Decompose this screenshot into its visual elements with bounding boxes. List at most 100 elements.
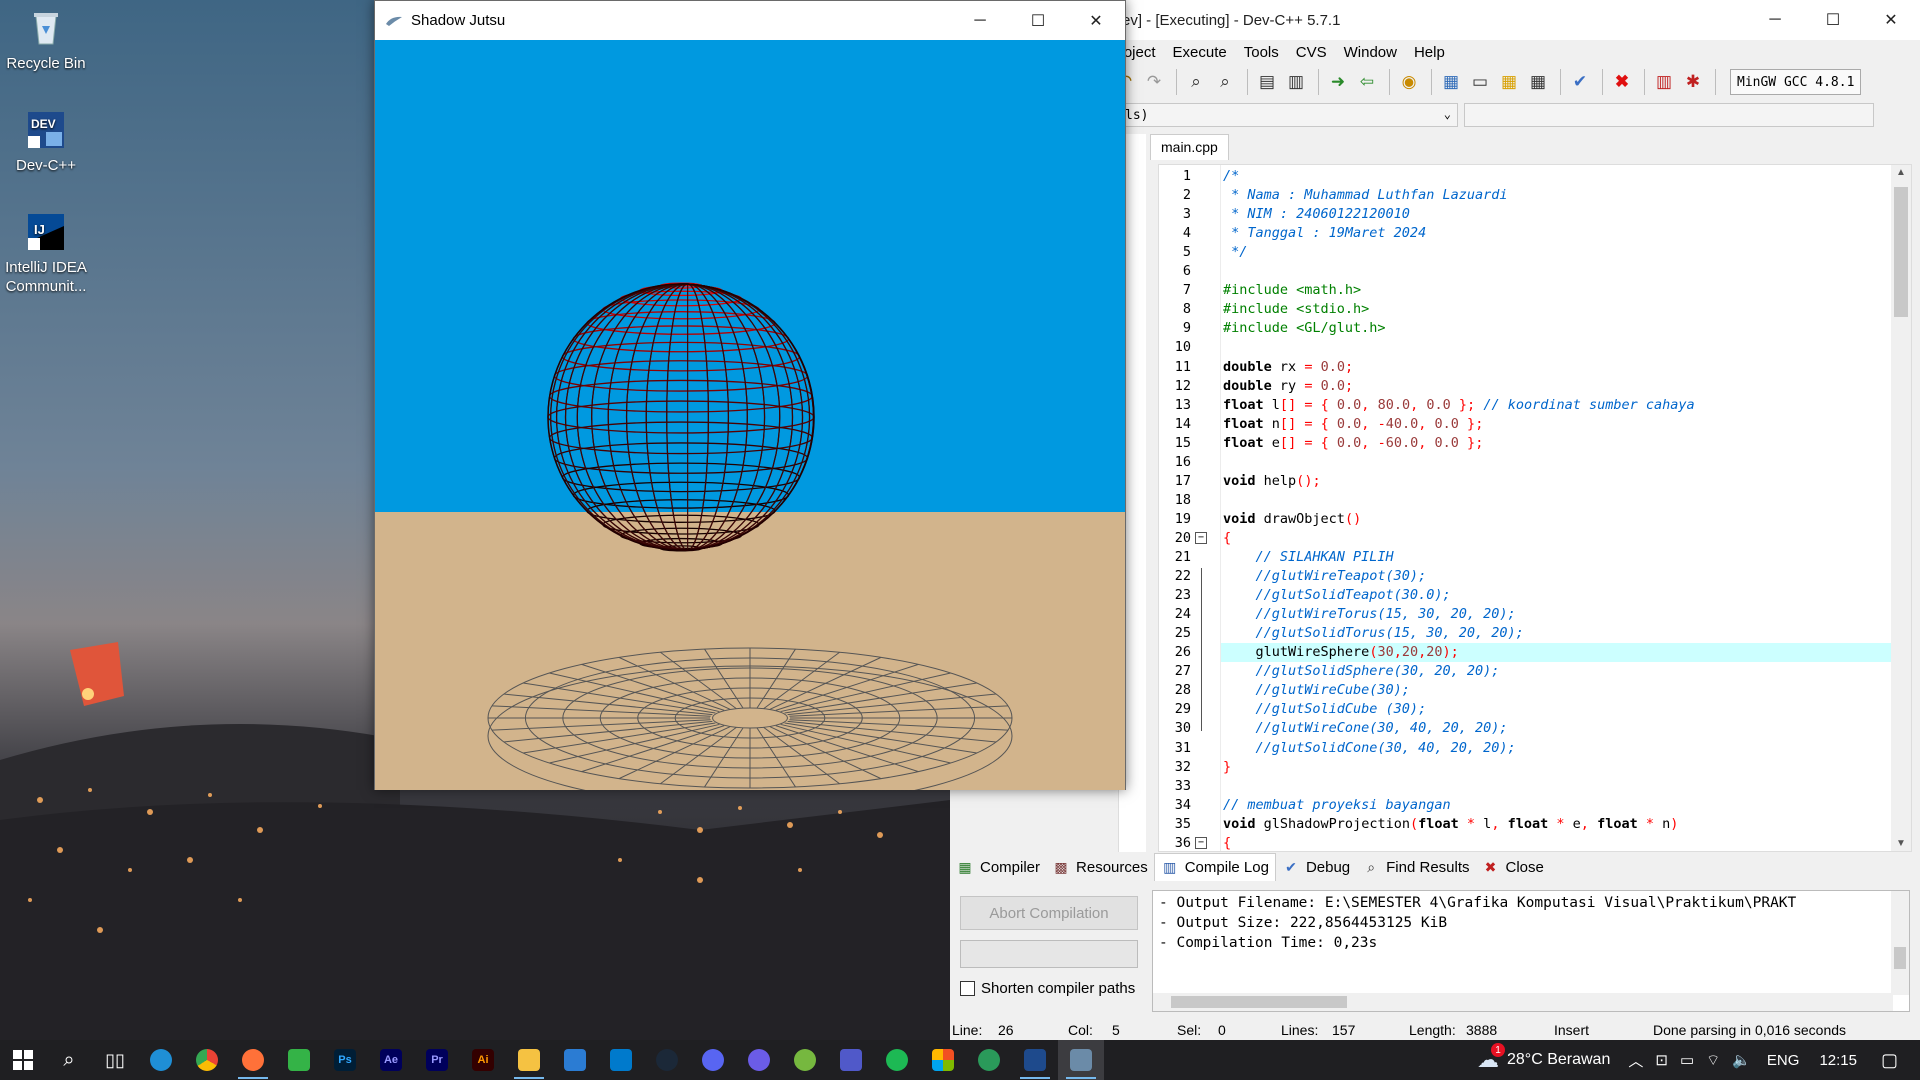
syntax-check-icon[interactable]: ✔ [1567,69,1593,95]
taskbar-office[interactable] [920,1040,966,1080]
log-horizontal-scrollbar[interactable] [1153,993,1893,1011]
log-vertical-scrollbar[interactable] [1891,891,1909,995]
compiler-select[interactable]: MinGW GCC 4.8.1 [1730,69,1862,95]
code-line[interactable]: 18 [1159,491,1899,510]
code-line[interactable]: 35 void glShadowProjection(float * l, flo… [1159,815,1899,834]
fold-collapse-icon[interactable]: − [1195,836,1207,849]
weather-widget[interactable]: ☁ 1 28°C Berawan [1477,1043,1610,1073]
code-line[interactable]: 27 //glutSolidSphere(30, 20, 20); [1159,662,1899,681]
taskbar-phone[interactable] [276,1040,322,1080]
desktop-icon-devcpp[interactable]: DEV Dev-C++ [0,110,92,175]
taskbar-media-player[interactable] [736,1040,782,1080]
code-line[interactable]: 32} [1159,758,1899,777]
notification-icon[interactable]: ▢ [1881,1050,1898,1071]
taskbar-spotify[interactable] [874,1040,920,1080]
taskbar-vscode[interactable] [598,1040,644,1080]
clock[interactable]: 12:15 [1819,1052,1857,1069]
remove-file-icon[interactable]: ⇦ [1354,69,1380,95]
scroll-up-icon[interactable]: ▲ [1896,167,1906,178]
shorten-paths-option[interactable]: Shorten compiler paths [960,980,1135,997]
language-indicator[interactable]: ENG [1767,1052,1800,1069]
code-line[interactable]: 5 */ [1159,243,1899,262]
search-button[interactable]: ⌕ [46,1040,92,1080]
unindent-icon[interactable]: ▥ [1283,69,1309,95]
taskbar-edge[interactable] [138,1040,184,1080]
chevron-up-icon[interactable]: ︿ [1628,1050,1643,1071]
tab-debug[interactable]: ✔ Debug [1276,853,1356,881]
tab-compiler[interactable]: ▦ Compiler [950,853,1046,881]
taskbar-chrome[interactable] [184,1040,230,1080]
code-line[interactable]: 15 float e[] = { 0.0, -60.0, 0.0 }; [1159,434,1899,453]
taskbar-premiere[interactable]: Pr [414,1040,460,1080]
taskbar-file-explorer[interactable] [506,1040,552,1080]
taskbar-after-effects[interactable]: Ae [368,1040,414,1080]
project-options-icon[interactable]: ◉ [1396,69,1422,95]
code-line[interactable]: 34 // membuat proyeksi bayangan [1159,796,1899,815]
volume-icon[interactable]: 🔈 [1732,1051,1751,1069]
battery-icon[interactable]: ▭ [1680,1051,1694,1069]
replace-icon[interactable]: ⌕ [1212,69,1238,95]
menu-cvs[interactable]: CVS [1296,44,1327,61]
taskbar-illustrator[interactable]: Ai [460,1040,506,1080]
indent-icon[interactable]: ▤ [1254,69,1280,95]
code-line[interactable]: 26 glutWireSphere(30,20,20); [1159,643,1899,663]
maximize-button[interactable]: ☐ [1009,1,1067,40]
code-line[interactable]: 17 void help(); [1159,472,1899,491]
code-line[interactable]: 22 //glutWireTeapot(30); [1159,567,1899,586]
member-combo[interactable] [1464,103,1874,127]
code-line[interactable]: 19 void drawObject() [1159,510,1899,529]
compile-icon[interactable]: ▦ [1438,69,1464,95]
desktop-icon-recycle-bin[interactable]: Recycle Bin [0,8,92,73]
code-line[interactable]: 20− { [1159,529,1899,548]
compile-run-icon[interactable]: ▦ [1496,69,1522,95]
taskbar-utorrent[interactable] [782,1040,828,1080]
run-icon[interactable]: ▭ [1467,69,1493,95]
code-line[interactable]: 4 * Tanggal : 19Maret 2024 [1159,224,1899,243]
redo-icon[interactable]: ↷ [1141,69,1167,95]
scroll-thumb[interactable] [1171,996,1347,1008]
code-line[interactable]: 14 float n[] = { 0.0, -40.0, 0.0 }; [1159,415,1899,434]
tab-compile-log[interactable]: ▥ Compile Log [1153,853,1276,881]
editor-scrollbar[interactable]: ▲ ▼ [1891,165,1911,851]
code-line[interactable]: 36− { [1159,834,1899,851]
code-line[interactable]: 8 #include <stdio.h> [1159,300,1899,319]
code-line[interactable]: 24 //glutWireTorus(15, 30, 20, 20); [1159,605,1899,624]
scroll-thumb[interactable] [1894,187,1908,317]
menu-tools[interactable]: Tools [1244,44,1279,61]
code-line[interactable]: 11 double rx = 0.0; [1159,358,1899,377]
code-line[interactable]: 12 double ry = 0.0; [1159,377,1899,396]
taskbar-photoshop[interactable]: Ps [322,1040,368,1080]
ide-minimize-button[interactable]: ─ [1746,1,1804,40]
code-line[interactable]: 16 [1159,453,1899,472]
code-line[interactable]: 28 //glutWireCube(30); [1159,681,1899,700]
minimize-button[interactable]: ─ [951,1,1009,40]
taskbar-discord[interactable] [690,1040,736,1080]
network-status-icon[interactable]: ⊡ [1655,1051,1668,1069]
code-line[interactable]: 13 float l[] = { 0.0, 80.0, 0.0 }; // koo… [1159,396,1899,415]
stop-execution-icon[interactable]: ✖ [1609,69,1635,95]
taskbar-app-green[interactable] [966,1040,1012,1080]
code-line[interactable]: 30 //glutWireCone(30, 40, 20, 20); [1159,719,1899,738]
abort-compilation-button[interactable]: Abort Compilation [960,896,1138,930]
task-view-button[interactable]: ▯▯ [92,1040,138,1080]
code-line[interactable]: 10 [1159,338,1899,357]
compile-log-output[interactable]: - Output Filename: E:\SEMESTER 4\Grafika… [1152,890,1910,1012]
code-line[interactable]: 9 #include <GL/glut.h> [1159,319,1899,338]
fold-collapse-icon[interactable]: − [1195,531,1207,544]
gl-titlebar[interactable]: Shadow Jutsu ─ ☐ ✕ [375,1,1125,40]
menu-help[interactable]: Help [1414,44,1445,61]
find-icon[interactable]: ⌕ [1183,69,1209,95]
code-line[interactable]: 2 * Nama : Muhammad Luthfan Lazuardi [1159,186,1899,205]
tab-main-cpp[interactable]: main.cpp [1150,134,1229,160]
taskbar-teams[interactable] [828,1040,874,1080]
opengl-canvas[interactable] [375,40,1125,790]
taskbar-shadow-jutsu[interactable] [1058,1040,1104,1080]
taskbar-mail[interactable] [552,1040,598,1080]
tab-resources[interactable]: ▩ Resources [1046,853,1154,881]
class-combo[interactable]: ls) ⌄ [1120,103,1458,127]
scroll-thumb[interactable] [1894,947,1906,969]
scroll-down-icon[interactable]: ▼ [1896,838,1906,849]
desktop-icon-intellij[interactable]: IJ IntelliJ IDEA Communit... [0,212,92,296]
taskbar-steam[interactable] [644,1040,690,1080]
tab-close[interactable]: ✖ Close [1476,853,1550,881]
